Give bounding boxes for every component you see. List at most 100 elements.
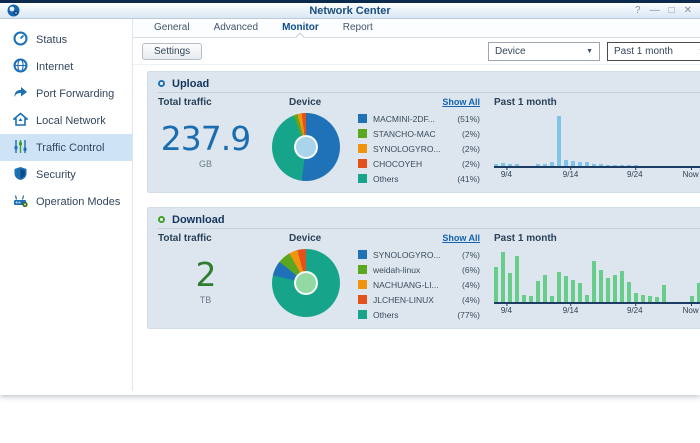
bar [641, 294, 645, 302]
bar [634, 293, 638, 302]
bar [662, 284, 666, 302]
tab-monitor[interactable]: Monitor [270, 19, 331, 43]
sidebar-item-security[interactable]: Security [0, 161, 132, 188]
shield-icon [13, 166, 28, 184]
bar [648, 296, 652, 302]
x-tick-label: 9/4 [500, 303, 512, 315]
bar [606, 164, 610, 166]
sidebar-item-label: Port Forwarding [36, 87, 115, 100]
upload-status-icon [158, 80, 165, 87]
sidebar-item-label: Local Network [36, 114, 106, 127]
bar [592, 261, 596, 302]
download-status-icon [158, 216, 165, 223]
sidebar-item-status[interactable]: Status [0, 26, 132, 53]
x-tick-label: Now [682, 303, 699, 315]
bar [550, 162, 554, 166]
period-column-label: Past 1 month [494, 233, 557, 244]
bar [494, 163, 498, 166]
gauge-icon [13, 31, 28, 49]
sidebar-item-label: Operation Modes [36, 195, 121, 208]
upload-section-title: Upload [172, 77, 210, 90]
device-column-label: Device [289, 97, 322, 108]
upload-history-bar-chart [494, 116, 700, 168]
bar [515, 255, 519, 302]
network-center-window: Network Center ? — □ ✕ Status Internet P… [0, 0, 700, 395]
x-tick-label: 9/24 [626, 303, 643, 315]
close-button[interactable]: ✕ [684, 3, 692, 19]
sidebar-item-label: Internet [36, 60, 74, 73]
legend-item: Others (77%) [358, 307, 480, 322]
bar [585, 294, 589, 302]
upload-show-all-link[interactable]: Show All [358, 97, 480, 111]
titlebar: Network Center ? — □ ✕ [0, 0, 700, 19]
forward-arrow-icon [13, 85, 28, 103]
total-traffic-label: Total traffic [158, 97, 212, 108]
legend-item: weidah-linux (6%) [358, 262, 480, 277]
sidebar-item-label: Security [36, 168, 76, 181]
donut-hole [293, 271, 318, 295]
download-total-value: 2 [195, 255, 217, 294]
legend-item: MACMINI-2DF... (51%) [358, 111, 480, 126]
bar [606, 278, 610, 302]
sidebar-item-local-network[interactable]: Local Network [0, 107, 132, 134]
device-column-label: Device [289, 233, 322, 244]
bar [690, 296, 694, 302]
sidebar-item-internet[interactable]: Internet [0, 53, 132, 80]
bar [634, 165, 638, 166]
globe-icon [13, 58, 28, 76]
maximize-button[interactable]: □ [669, 3, 675, 19]
help-button[interactable]: ? [635, 3, 641, 19]
upload-panel: Upload Total traffic 237.9 GB Device Sho… [147, 71, 700, 193]
x-tick-label: 9/14 [562, 167, 579, 179]
bar [501, 163, 505, 166]
bar [536, 164, 540, 166]
sidebar-item-operation-modes[interactable]: Operation Modes [0, 188, 132, 215]
bar [627, 165, 631, 166]
home-network-icon [11, 111, 30, 130]
bar [494, 267, 498, 302]
legend-item: Others (41%) [358, 171, 480, 186]
settings-button[interactable]: Settings [142, 42, 203, 60]
sidebar-item-label: Status [36, 33, 68, 46]
download-history-bar-chart [494, 252, 700, 304]
device-filter-dropdown[interactable]: Device ▼ [488, 41, 600, 61]
window-title: Network Center [309, 4, 391, 17]
bar [627, 282, 631, 302]
total-traffic-label: Total traffic [158, 233, 212, 244]
period-filter-dropdown[interactable]: Past 1 month ▼ [607, 41, 700, 61]
bar [508, 163, 512, 166]
download-device-donut-chart [271, 249, 340, 317]
sliders-icon [13, 139, 28, 157]
bar [585, 162, 589, 166]
minimize-button[interactable]: — [650, 3, 660, 19]
tab-general[interactable]: General [142, 19, 202, 37]
download-x-axis: 9/4 9/14 9/24 Now [494, 303, 700, 315]
bar [599, 269, 603, 302]
sidebar-item-port-forwarding[interactable]: Port Forwarding [0, 80, 132, 107]
download-show-all-link[interactable]: Show All [358, 233, 480, 247]
legend-item: NACHUANG-LI... (4%) [358, 277, 480, 292]
bar [529, 296, 533, 302]
bar [571, 279, 575, 302]
x-tick-label: 9/14 [562, 303, 579, 315]
bar [564, 276, 568, 302]
upload-total-unit: GB [198, 159, 212, 169]
bar [592, 163, 596, 166]
bar [613, 274, 617, 302]
period-column-label: Past 1 month [494, 97, 557, 108]
sidebar-item-traffic-control[interactable]: Traffic Control [0, 134, 132, 161]
tab-report[interactable]: Report [331, 19, 385, 37]
upload-device-donut-chart [271, 113, 340, 181]
download-total-unit: TB [199, 295, 212, 305]
bar [599, 164, 603, 166]
tab-advanced[interactable]: Advanced [202, 19, 270, 37]
bar [557, 272, 561, 302]
upload-total-value: 237.9 [160, 119, 251, 158]
donut-hole [293, 135, 318, 159]
bar [543, 274, 547, 302]
bar [550, 296, 554, 302]
bar [508, 273, 512, 302]
bar [620, 271, 624, 302]
bar [571, 161, 575, 166]
bar [501, 252, 505, 302]
